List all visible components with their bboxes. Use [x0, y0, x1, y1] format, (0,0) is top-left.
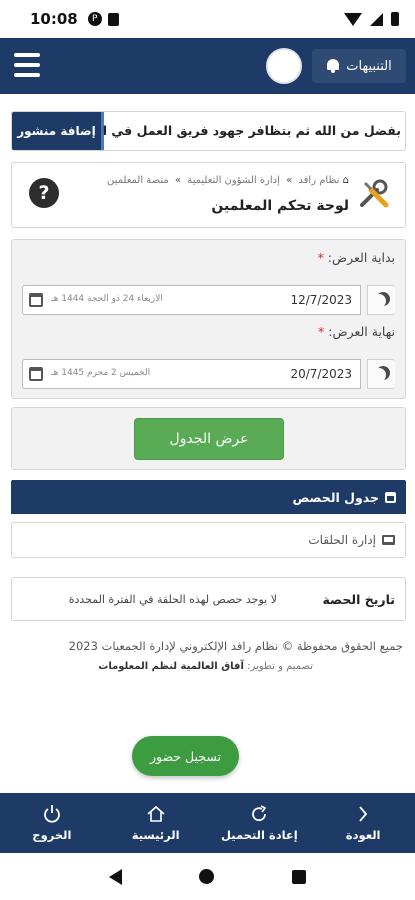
status-system-icons — [344, 12, 399, 26]
record-attendance-button[interactable]: تسجيل حضور — [132, 736, 239, 776]
hijri-toggle-button[interactable] — [367, 359, 395, 389]
status-notification-icons: P — [87, 12, 119, 26]
status-time: 10:08 — [30, 10, 78, 28]
nav-logout[interactable]: الخروج — [0, 793, 104, 853]
hijri-toggle-button[interactable] — [367, 285, 395, 315]
chevron-right-icon — [359, 806, 368, 822]
show-schedule-button[interactable]: عرض الجدول — [134, 418, 284, 460]
bell-icon — [326, 59, 340, 73]
nav-home[interactable]: الرئيسية — [104, 793, 208, 853]
notifications-button[interactable]: التنبيهات — [312, 49, 406, 83]
end-date-row: الخميس 2 محرم 1445 هـ 20/7/2023 — [22, 359, 395, 389]
end-date-input[interactable]: الخميس 2 محرم 1445 هـ 20/7/2023 — [22, 359, 361, 389]
battery-icon — [391, 12, 399, 26]
nav-reload-label: إعادة التحميل — [221, 828, 298, 842]
menu-icon[interactable] — [14, 53, 40, 77]
app-notification-icon: P — [87, 12, 102, 26]
schedule-header: جدول الحصص — [11, 480, 406, 514]
moon-icon — [372, 368, 386, 382]
help-icon[interactable]: ? — [29, 178, 59, 208]
manage-circles-label: إدارة الحلقات — [308, 533, 376, 547]
power-icon — [43, 805, 60, 823]
breadcrumb-home[interactable]: نظام رافد — [298, 175, 339, 186]
news-ticker: إضافة منشور بفضل من الله ثم بتظافر جهود … — [11, 111, 406, 151]
start-date-label: بداية العرض: * — [317, 250, 395, 265]
nav-back-label: العودة — [345, 828, 381, 842]
system-navigation-bar — [0, 853, 415, 900]
page-header-box: ? ⌂ نظام رافد » إدارة الشؤون التعليمية »… — [11, 162, 406, 228]
system-recents-icon[interactable] — [292, 869, 307, 884]
add-post-button[interactable]: إضافة منشور — [12, 112, 104, 150]
start-date-row: الاربعاء 24 ذو الحجة 1444 هـ 12/7/2023 — [22, 285, 395, 315]
start-date-input[interactable]: الاربعاء 24 ذو الحجة 1444 هـ 12/7/2023 — [22, 285, 361, 315]
breadcrumb: ⌂ نظام رافد » إدارة الشؤون التعليمية » م… — [106, 175, 349, 186]
nav-logout-label: الخروج — [32, 828, 72, 842]
status-bar: 10:08 P — [0, 0, 415, 38]
ticker-text: بفضل من الله ثم بتظافر جهود فريق العمل ف… — [103, 123, 401, 138]
signal-icon — [370, 12, 383, 26]
calendar-icon — [29, 367, 43, 381]
nav-home-label: الرئيسية — [131, 828, 180, 842]
notifications-label: التنبيهات — [346, 58, 392, 74]
breadcrumb-section[interactable]: إدارة الشؤون التعليمية — [187, 175, 280, 186]
show-schedule-panel: عرض الجدول — [11, 407, 406, 470]
end-hijri-date: الخميس 2 محرم 1445 هـ — [51, 368, 151, 378]
moon-icon — [372, 294, 386, 308]
session-date-label: تاريخ الحصة — [322, 592, 395, 607]
nav-back[interactable]: العودة — [311, 793, 415, 853]
empty-schedule-message: لا يوجد حصص لهذه الحلقة في الفترة المحدد… — [68, 593, 277, 606]
developer-link[interactable]: آفاق العالمية لنظم المعلومات — [98, 661, 244, 672]
home-icon — [147, 805, 165, 822]
sim-card-icon — [107, 12, 119, 26]
bottom-nav: الخروج الرئيسية إعادة التحميل العودة — [0, 793, 415, 853]
calendar-icon — [29, 293, 43, 307]
manage-circles-link[interactable]: إدارة الحلقات — [11, 522, 406, 558]
system-home-icon[interactable] — [199, 869, 215, 884]
breadcrumb-current: منصة المعلمين — [106, 175, 169, 186]
nav-reload[interactable]: إعادة التحميل — [208, 793, 312, 853]
date-filter-panel: بداية العرض: * الاربعاء 24 ذو الحجة 1444… — [11, 239, 406, 399]
user-avatar[interactable] — [266, 48, 302, 84]
start-hijri-date: الاربعاء 24 ذو الحجة 1444 هـ — [51, 294, 163, 304]
system-back-icon[interactable] — [108, 868, 122, 885]
developer-credit: تصميم و تطوير: آفاق العالمية لنظم المعلو… — [98, 661, 313, 672]
calendar-icon — [385, 491, 396, 503]
page-title: لوحة تحكم المعلمين — [211, 198, 349, 214]
laptop-icon — [382, 535, 395, 545]
tools-icon — [360, 179, 389, 208]
session-date-box: تاريخ الحصة لا يوجد حصص لهذه الحلقة في ا… — [11, 577, 406, 621]
wifi-icon — [344, 12, 362, 26]
reload-icon — [252, 805, 267, 822]
start-date-value: 12/7/2023 — [290, 293, 352, 307]
copyright-text: جميع الحقوق محفوظة © نظام رافد الإلكترون… — [68, 639, 403, 653]
end-date-label: نهاية العرض: * — [318, 324, 395, 339]
schedule-title: جدول الحصص — [292, 489, 379, 505]
home-icon: ⌂ — [342, 175, 349, 186]
app-header: التنبيهات — [0, 38, 415, 94]
end-date-value: 20/7/2023 — [290, 367, 352, 381]
